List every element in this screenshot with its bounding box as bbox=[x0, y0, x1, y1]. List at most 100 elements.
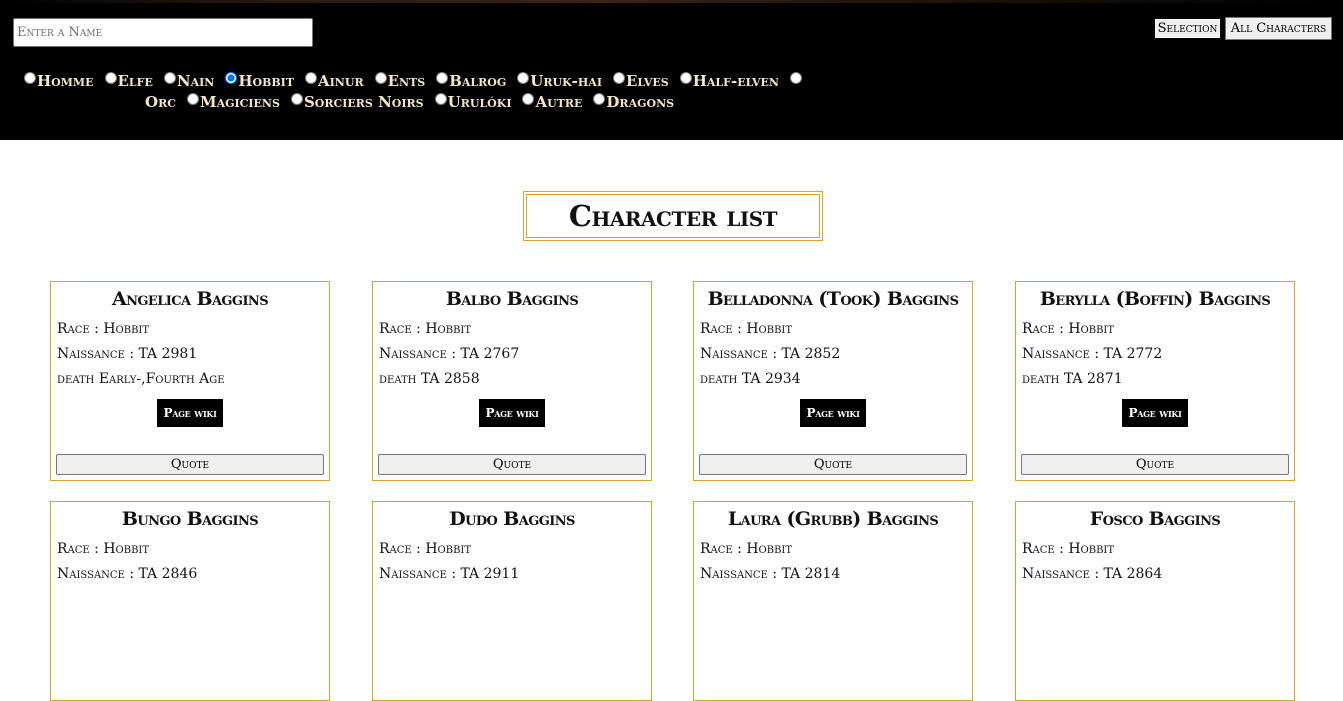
character-death: death Early-,Fourth Age bbox=[57, 371, 225, 387]
character-race: Race : Hobbit bbox=[57, 321, 150, 337]
race-radio-balrog[interactable] bbox=[436, 72, 449, 84]
character-birth: Naissance : TA 2767 bbox=[379, 346, 520, 362]
race-radio-sorciers-noirs[interactable] bbox=[290, 93, 303, 105]
race-label: Elves bbox=[625, 72, 669, 90]
race-radio-ainur[interactable] bbox=[305, 72, 318, 84]
character-name: Laura (Grubb) Baggins bbox=[727, 508, 939, 530]
race-option-autre[interactable]: Autre bbox=[521, 92, 582, 113]
race-radio-orc[interactable] bbox=[789, 72, 802, 84]
character-race: Race : Hobbit bbox=[379, 541, 472, 557]
character-birth: Naissance : TA 2864 bbox=[1022, 566, 1163, 582]
race-label: Uruk-hai bbox=[530, 72, 602, 90]
race-radio-half-elven[interactable] bbox=[679, 72, 692, 84]
race-option-sorciers-noirs[interactable]: Sorciers Noirs bbox=[290, 92, 424, 113]
race-label: Elfe bbox=[117, 72, 153, 90]
character-birth: Naissance : TA 2852 bbox=[700, 346, 841, 362]
race-label: Ainur bbox=[318, 72, 364, 90]
race-option-uruloki[interactable]: Urulóki bbox=[434, 92, 512, 113]
search-input[interactable] bbox=[13, 18, 313, 47]
wiki-page-link[interactable]: Page wiki bbox=[479, 399, 545, 427]
character-race: Race : Hobbit bbox=[1022, 541, 1115, 557]
race-option-magiciens[interactable]: Magiciens bbox=[186, 92, 280, 113]
character-card: Belladonna (Took) Baggins Race : Hobbit … bbox=[693, 281, 973, 481]
race-option-ainur[interactable]: Ainur bbox=[304, 71, 364, 92]
character-name: Fosco Baggins bbox=[1089, 508, 1221, 530]
character-birth: Naissance : TA 2981 bbox=[57, 346, 198, 362]
page-title-box: Character list bbox=[523, 191, 823, 241]
race-radio-elves[interactable] bbox=[612, 72, 625, 84]
character-card: Angelica Baggins Race : Hobbit Naissance… bbox=[50, 281, 330, 481]
character-race: Race : Hobbit bbox=[700, 541, 793, 557]
race-label: Sorciers Noirs bbox=[303, 93, 424, 111]
character-name: Bungo Baggins bbox=[121, 508, 259, 530]
race-radio-magiciens[interactable] bbox=[186, 93, 199, 105]
race-option-nain[interactable]: Nain bbox=[163, 71, 214, 92]
race-radio-dragons[interactable] bbox=[593, 93, 606, 105]
quote-button[interactable]: Quote bbox=[378, 454, 646, 475]
race-label: Homme bbox=[37, 72, 94, 90]
wiki-page-link[interactable]: Page wiki bbox=[157, 399, 223, 427]
character-death: death TA 2871 bbox=[1022, 371, 1123, 387]
race-label: Nain bbox=[176, 72, 215, 90]
race-radio-hobbit[interactable] bbox=[225, 72, 238, 84]
quote-button[interactable]: Quote bbox=[56, 454, 324, 475]
race-option-uruk-hai[interactable]: Uruk-hai bbox=[516, 71, 602, 92]
character-race: Race : Hobbit bbox=[1022, 321, 1115, 337]
character-race: Race : Hobbit bbox=[57, 541, 150, 557]
character-name: Belladonna (Took) Baggins bbox=[707, 288, 959, 310]
character-card: Berylla (Boffin) Baggins Race : Hobbit N… bbox=[1015, 281, 1295, 481]
race-label: Half-elven bbox=[692, 72, 779, 90]
header-decor-strip bbox=[0, 0, 1343, 3]
character-name: Dudo Baggins bbox=[449, 508, 575, 530]
race-option-orc-radio[interactable] bbox=[789, 71, 803, 92]
character-birth: Naissance : TA 2911 bbox=[379, 566, 520, 582]
race-option-homme[interactable]: Homme bbox=[23, 71, 94, 92]
race-radio-homme[interactable] bbox=[24, 72, 36, 84]
race-option-dragons[interactable]: Dragons bbox=[592, 92, 674, 113]
character-death: death TA 2858 bbox=[379, 371, 480, 387]
race-radio-ents[interactable] bbox=[374, 72, 387, 84]
race-label: Orc bbox=[145, 93, 176, 111]
character-card: Bungo Baggins Race : Hobbit Naissance : … bbox=[50, 501, 330, 701]
race-label: Hobbit bbox=[238, 72, 295, 90]
page-title: Character list bbox=[568, 199, 778, 233]
character-race: Race : Hobbit bbox=[379, 321, 472, 337]
race-radio-autre[interactable] bbox=[522, 93, 535, 105]
race-option-orc[interactable]: Orc bbox=[145, 92, 176, 113]
race-label: Dragons bbox=[606, 93, 675, 111]
race-option-elves[interactable]: Elves bbox=[612, 71, 669, 92]
race-label: Balrog bbox=[449, 72, 507, 90]
character-card: Balbo Baggins Race : Hobbit Naissance : … bbox=[372, 281, 652, 481]
selection-button[interactable]: Selection bbox=[1153, 17, 1222, 40]
race-option-ents[interactable]: Ents bbox=[374, 71, 426, 92]
character-name: Berylla (Boffin) Baggins bbox=[1039, 288, 1271, 310]
race-radio-uruloki[interactable] bbox=[434, 93, 447, 105]
character-card: Laura (Grubb) Baggins Race : Hobbit Nais… bbox=[693, 501, 973, 701]
race-option-elfe[interactable]: Elfe bbox=[104, 71, 153, 92]
race-radio-uruk-hai[interactable] bbox=[517, 72, 530, 84]
race-option-half-elven[interactable]: Half-elven bbox=[679, 71, 779, 92]
character-birth: Naissance : TA 2772 bbox=[1022, 346, 1163, 362]
quote-button[interactable]: Quote bbox=[1021, 454, 1289, 475]
character-birth: Naissance : TA 2846 bbox=[57, 566, 198, 582]
character-card: Fosco Baggins Race : Hobbit Naissance : … bbox=[1015, 501, 1295, 701]
race-label: Magiciens bbox=[199, 93, 280, 111]
character-death: death TA 2934 bbox=[700, 371, 801, 387]
character-name: Angelica Baggins bbox=[111, 288, 269, 310]
quote-button[interactable]: Quote bbox=[699, 454, 967, 475]
header-bar: Selection All Characters HommeElfeNainHo… bbox=[0, 0, 1343, 140]
race-option-hobbit[interactable]: Hobbit bbox=[224, 71, 294, 92]
race-radio-elfe[interactable] bbox=[104, 72, 117, 84]
all-characters-button[interactable]: All Characters bbox=[1225, 17, 1332, 40]
race-label: Autre bbox=[535, 93, 583, 111]
wiki-page-link[interactable]: Page wiki bbox=[1122, 399, 1188, 427]
character-race: Race : Hobbit bbox=[700, 321, 793, 337]
character-card: Dudo Baggins Race : Hobbit Naissance : T… bbox=[372, 501, 652, 701]
wiki-page-link[interactable]: Page wiki bbox=[800, 399, 866, 427]
character-birth: Naissance : TA 2814 bbox=[700, 566, 841, 582]
race-label: Ents bbox=[387, 72, 426, 90]
race-label: Urulóki bbox=[447, 93, 512, 111]
race-radio-nain[interactable] bbox=[163, 72, 176, 84]
race-option-balrog[interactable]: Balrog bbox=[435, 71, 506, 92]
race-filter-group: Homme Elfe Nain Hobbit Ainur Ents Balrog Uruk-h… bbox=[23, 71, 823, 113]
